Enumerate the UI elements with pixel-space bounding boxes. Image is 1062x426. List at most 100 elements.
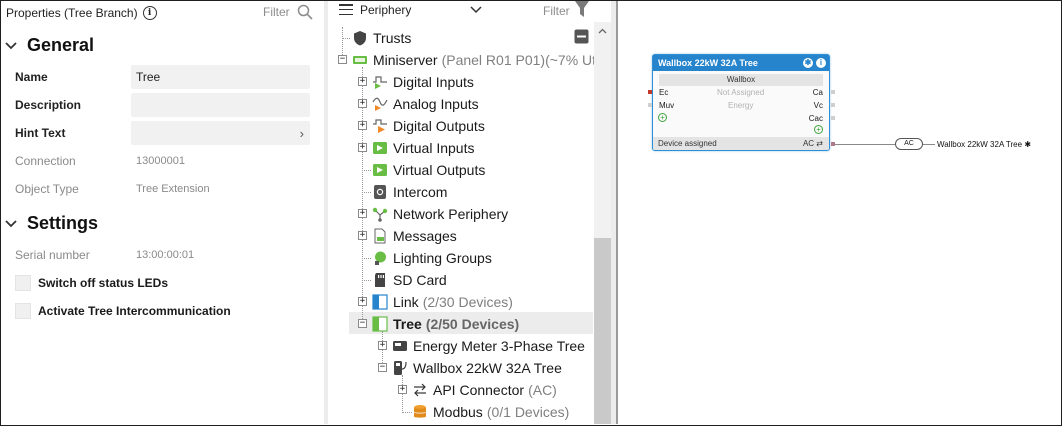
collapse-toggle[interactable]: − — [338, 55, 347, 64]
vertical-scrollbar[interactable] — [594, 22, 611, 424]
tree-filter-label[interactable]: Filter — [543, 4, 570, 18]
tree-item-label: Digital Inputs — [393, 74, 474, 90]
properties-title: Properties (Tree Branch) — [6, 6, 138, 20]
expand-toggle[interactable]: + — [358, 121, 367, 130]
tree-item-energy-meter[interactable]: Energy Meter 3-Phase Tree — [392, 335, 585, 357]
tree-item-virtual-inputs[interactable]: Virtual Inputs — [372, 137, 474, 159]
add-output-icon[interactable]: + — [814, 125, 823, 134]
tree-item-virtual-outputs[interactable]: Virtual Outputs — [372, 159, 485, 181]
output-pin-cac[interactable] — [831, 116, 835, 120]
tree-item-digital-inputs[interactable]: Digital Inputs — [372, 71, 474, 93]
output-pin-ca[interactable] — [831, 90, 835, 94]
program-canvas[interactable]: Wallbox 22kW 32A Tree ✱ i Wallbox Ec Muv… — [618, 1, 1061, 424]
tree-item-link[interactable]: Link (2/30 Devices) — [372, 291, 513, 313]
tree-item-wallbox[interactable]: Wallbox 22kW 32A Tree — [392, 357, 562, 379]
settings-icon[interactable]: ✱ — [1024, 140, 1031, 149]
section-general[interactable]: General — [4, 35, 94, 56]
output-vc-label[interactable]: Vc — [814, 101, 823, 110]
connector-pill[interactable]: AC — [895, 138, 923, 150]
database-icon — [413, 405, 427, 418]
digital-input-icon — [373, 76, 387, 89]
connection-line[interactable] — [835, 144, 895, 145]
tree-item-label: Tree — [393, 316, 422, 332]
periphery-dropdown[interactable]: Periphery — [360, 3, 411, 17]
expand-toggle[interactable]: + — [358, 297, 367, 306]
section-settings-title: Settings — [27, 213, 99, 233]
tree-item-api-connector[interactable]: API Connector (AC) — [412, 379, 557, 401]
analog-input-icon — [372, 97, 388, 111]
expand-toggle[interactable]: + — [358, 231, 367, 240]
tree-item-modbus[interactable]: Modbus (0/1 Devices) — [412, 401, 569, 423]
tree-item-sub: (2/50 Devices) — [425, 316, 520, 332]
target-label[interactable]: Wallbox 22kW 32A Tree ✱ — [937, 140, 1031, 149]
tree-item-tree[interactable]: Tree (2/50 Devices) — [372, 313, 519, 335]
block-title-bar[interactable]: Wallbox 22kW 32A Tree ✱ i — [653, 55, 829, 71]
tree-item-label: Messages — [393, 228, 457, 244]
output-pin-vc[interactable] — [831, 103, 835, 107]
expand-toggle[interactable]: + — [358, 99, 367, 108]
output-ca-label[interactable]: Ca — [813, 88, 823, 97]
scrollbar-thumb[interactable] — [594, 238, 611, 424]
tree-intercom-checkbox[interactable] — [15, 303, 31, 319]
input-pin-ec[interactable] — [648, 90, 652, 94]
tree-item-label: Miniserver — [373, 52, 438, 68]
settings-icon[interactable]: ✱ — [803, 58, 813, 68]
prop-label-hint-text: Hint Text — [15, 126, 66, 140]
expand-toggle[interactable]: + — [358, 209, 367, 218]
input-muv-label[interactable]: Muv — [659, 101, 674, 110]
name-field[interactable]: Tree — [131, 65, 310, 89]
digital-output-icon — [373, 119, 387, 133]
swap-icon[interactable]: ⇄ — [816, 139, 823, 148]
chevron-down-icon[interactable] — [470, 5, 482, 14]
target-label-text: Wallbox 22kW 32A Tree — [937, 140, 1023, 149]
wallbox-icon — [394, 361, 407, 375]
tree-item-analog-inputs[interactable]: Analog Inputs — [372, 93, 479, 115]
link-icon — [372, 294, 388, 310]
scroll-up-icon[interactable] — [598, 28, 607, 34]
search-icon[interactable] — [297, 4, 313, 20]
collapse-toggle[interactable]: − — [358, 319, 367, 328]
output-cac-label[interactable]: Cac — [809, 114, 823, 123]
input-ec-label[interactable]: Ec — [659, 88, 668, 97]
function-block-wallbox[interactable]: Wallbox 22kW 32A Tree ✱ i Wallbox Ec Muv… — [652, 54, 830, 151]
device-assigned-label: Device assigned — [658, 139, 717, 148]
prop-label-serial: Serial number — [15, 248, 90, 262]
info-icon[interactable]: i — [816, 58, 826, 68]
prop-row-serial: Serial number 13:00:00:01 — [15, 243, 310, 267]
expand-toggle[interactable]: + — [398, 385, 407, 394]
checkbox-row-tree-intercom[interactable]: Activate Tree Intercommunication — [15, 302, 231, 320]
properties-filter-label[interactable]: Filter — [263, 5, 290, 19]
connection-line[interactable] — [923, 144, 935, 145]
menu-icon[interactable] — [339, 4, 353, 16]
expand-toggle[interactable]: + — [358, 143, 367, 152]
footer-connector[interactable]: AC ⇄ — [803, 137, 823, 150]
add-input-icon[interactable]: + — [658, 113, 667, 122]
tree-item-network-periphery[interactable]: Network Periphery — [372, 203, 508, 225]
status-leds-checkbox[interactable] — [15, 275, 31, 291]
connection-value: 13000001 — [136, 155, 185, 167]
tree-item-label: Digital Outputs — [393, 118, 485, 134]
tree-item-sd-card[interactable]: SD Card — [372, 269, 447, 291]
collapse-all-icon[interactable] — [574, 29, 589, 44]
prop-row-description: Description — [15, 93, 310, 117]
tree-item-lighting-groups[interactable]: Lighting Groups — [372, 247, 492, 269]
tree-item-intercom[interactable]: Intercom — [372, 181, 447, 203]
serial-value: 13:00:00:01 — [136, 249, 195, 261]
expand-toggle[interactable]: + — [378, 341, 387, 350]
tree-item-messages[interactable]: Messages — [372, 225, 457, 247]
section-settings[interactable]: Settings — [4, 213, 98, 234]
block-title: Wallbox 22kW 32A Tree — [658, 58, 758, 68]
prop-label-description: Description — [15, 98, 82, 112]
filter-icon[interactable] — [575, 1, 589, 18]
info-icon[interactable]: i — [142, 6, 157, 20]
collapse-toggle[interactable]: − — [378, 363, 387, 372]
input-pin-muv[interactable] — [648, 103, 652, 107]
hint-text-field[interactable]: › — [131, 121, 310, 145]
chevron-right-icon[interactable]: › — [300, 126, 304, 141]
tree-item-trusts[interactable]: Trusts — [352, 27, 411, 49]
description-field[interactable] — [131, 93, 310, 117]
expand-toggle[interactable]: + — [358, 77, 367, 86]
checkbox-row-status-leds[interactable]: Switch off status LEDs — [15, 274, 168, 292]
tree-item-digital-outputs[interactable]: Digital Outputs — [372, 115, 485, 137]
tree-item-miniserver[interactable]: Miniserver (Panel R01 P01)(~7% Ut — [352, 49, 596, 71]
